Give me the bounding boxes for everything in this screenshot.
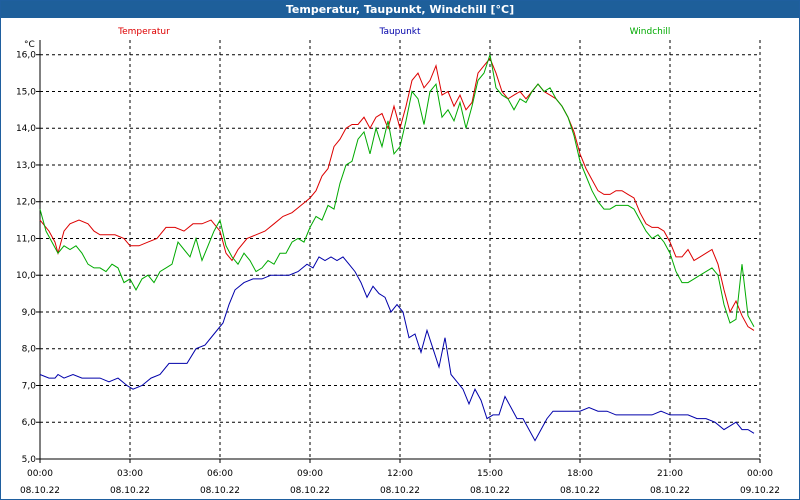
y-tick-label: 8,0 (22, 345, 37, 355)
grid (36, 40, 761, 463)
x-tick-date-label: 08.10.22 (470, 486, 510, 496)
y-tick-label: 15,0 (16, 87, 36, 97)
y-tick-label: 6,0 (22, 418, 37, 428)
y-tick-label: 14,0 (16, 124, 36, 134)
x-tick-time-label: 12:00 (387, 469, 413, 479)
y-tick-label: 13,0 (16, 161, 36, 171)
y-tick-label: 10,0 (16, 271, 36, 281)
legend-taupunkt: Taupunkt (378, 27, 421, 37)
x-tick-time-label: 21:00 (657, 469, 683, 479)
x-tick-date-label: 08.10.22 (560, 486, 600, 496)
y-tick-label: 9,0 (22, 308, 37, 318)
legend-temperatur: Temperatur (117, 27, 170, 37)
x-tick-date-label: 08.10.22 (380, 486, 420, 496)
x-tick-time-label: 00:00 (747, 469, 773, 479)
y-tick-label: 11,0 (16, 234, 36, 244)
x-tick-date-label: 08.10.22 (110, 486, 150, 496)
legend: Temperatur Taupunkt Windchill (117, 27, 670, 37)
x-tick-time-label: 06:00 (207, 469, 233, 479)
series-line-windchill (39, 54, 755, 327)
x-tick-date-label: 08.10.22 (290, 486, 330, 496)
series-line-temperatur (39, 57, 755, 331)
x-tick-time-label: 18:00 (567, 469, 593, 479)
x-tick-date-label: 09.10.22 (740, 486, 780, 496)
x-tick-time-label: 15:00 (477, 469, 503, 479)
legend-windchill: Windchill (630, 27, 671, 37)
y-tick-label: 5,0 (22, 455, 37, 465)
x-tick-time-label: 09:00 (297, 469, 323, 479)
x-tick-time-label: 00:00 (27, 469, 53, 479)
x-tick-labels: 00:00 08.10.22 03:00 08.10.22 06:00 08.10.22 0… (20, 469, 780, 496)
x-tick-date-label: 08.10.22 (650, 486, 690, 496)
x-tick-date-label: 08.10.22 (200, 486, 240, 496)
chart-canvas: 5,0 6,0 7,0 8,0 9,0 10,0 11,0 12,0 13,0 14,0 15,0 1… (16, 27, 780, 496)
x-tick-time-label: 03:00 (117, 469, 143, 479)
y-tick-labels: 5,0 6,0 7,0 8,0 9,0 10,0 11,0 12,0 13,0 14,0 15,0 1… (16, 51, 36, 465)
series (39, 54, 755, 442)
y-tick-label: 12,0 (16, 198, 36, 208)
y-tick-label: 7,0 (22, 381, 37, 391)
y-axis-unit-label: °C (24, 40, 35, 50)
x-tick-date-label: 08.10.22 (20, 486, 60, 496)
y-tick-label: 16,0 (16, 51, 36, 61)
